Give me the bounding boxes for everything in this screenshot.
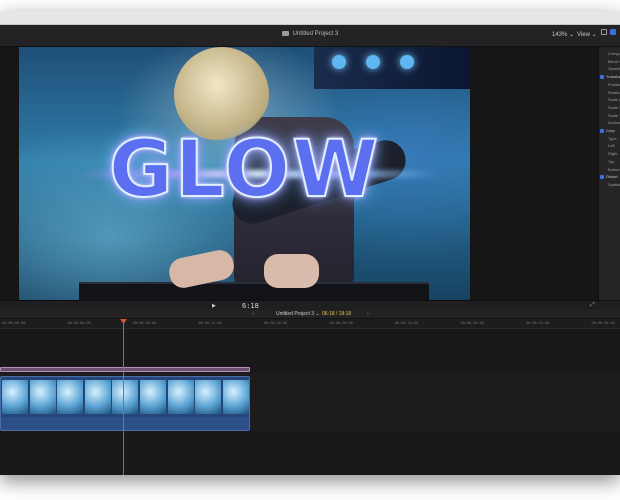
view-menu[interactable]: View ⌄ bbox=[577, 31, 597, 38]
video-frame[interactable]: GLOW bbox=[19, 47, 470, 300]
inspector-section-header[interactable]: Distort bbox=[606, 174, 618, 179]
inspector-row-label: Spatial bbox=[608, 181, 620, 187]
timeline-header: ‹ Untitled Project 3 ⌄ 06:18 / 18:18 › bbox=[0, 310, 620, 319]
ruler-tick-label: 00:00:36:00 bbox=[591, 321, 615, 325]
ruler-tick-label: 00:00:00:00 bbox=[2, 321, 26, 325]
dj-mixer bbox=[79, 282, 429, 300]
project-title-text: Untitled Project 3 bbox=[292, 31, 339, 38]
inspector-row-label: Position bbox=[608, 81, 620, 87]
timeline-project-name[interactable]: Untitled Project 3 ⌄ bbox=[276, 311, 320, 317]
clip-thumbnail bbox=[84, 380, 111, 414]
chevron-down-icon: ⌄ bbox=[315, 311, 320, 317]
film-icon bbox=[281, 31, 289, 36]
clip-thumbnail bbox=[29, 380, 56, 414]
clip-thumbnail bbox=[57, 380, 84, 414]
inspector-row-label: Type bbox=[608, 135, 617, 141]
clip-thumbnail bbox=[2, 380, 28, 414]
viewer: GLOW bbox=[0, 47, 598, 300]
enable-checkbox[interactable] bbox=[600, 74, 604, 79]
enable-checkbox[interactable] bbox=[600, 174, 604, 179]
stage-light bbox=[400, 55, 414, 69]
dj-hand bbox=[264, 254, 319, 288]
inspector-section-header[interactable]: Crop bbox=[606, 128, 615, 133]
project-title: Untitled Project 3 bbox=[0, 31, 620, 37]
timeline-tracks[interactable] bbox=[0, 329, 620, 475]
clip-thumbnail bbox=[222, 380, 249, 414]
timecode-display: 6:18 bbox=[242, 302, 259, 310]
ruler-tick-label: 00:00:08:00 bbox=[133, 321, 157, 325]
playhead[interactable] bbox=[123, 319, 124, 475]
glow-title-text[interactable]: GLOW bbox=[19, 124, 470, 216]
video-clip[interactable] bbox=[0, 376, 250, 431]
inspector-row-label: Opacity bbox=[608, 66, 620, 72]
inspector-panel: Compositing Blend Mode Opacity Transform Pos… bbox=[598, 47, 620, 300]
ruler-tick-label: 00:00:28:00 bbox=[460, 321, 484, 325]
timeline-duration: 06:18 / 18:18 bbox=[322, 311, 352, 317]
clip-audio-strip bbox=[1, 417, 249, 430]
enable-checkbox[interactable] bbox=[600, 128, 604, 133]
inspector-row-label: Right bbox=[608, 151, 618, 157]
fullscreen-icon[interactable]: ⤢ bbox=[590, 302, 595, 309]
inspector-row-label: Anchor bbox=[608, 120, 620, 126]
inspector-row-label: Bottom bbox=[608, 166, 620, 172]
forward-arrow-icon[interactable]: › bbox=[367, 311, 369, 317]
stage-light bbox=[366, 55, 380, 69]
play-icon[interactable]: ▶ bbox=[212, 303, 216, 309]
ruler-tick-label: 00:00:04:00 bbox=[67, 321, 91, 325]
zoom-level: 143% bbox=[552, 32, 568, 38]
inspector-row-label: Scale (All) bbox=[608, 97, 620, 103]
playback-bar: ▶ 6:18 ⤢ bbox=[0, 300, 620, 310]
timeline-ruler[interactable]: 00:00:00:00 00:00:04:00 00:00:08:00 00:00:1… bbox=[0, 319, 620, 329]
inspector-row-label: Scale X bbox=[608, 104, 620, 110]
title-clip[interactable] bbox=[0, 367, 250, 372]
timeline-project-name-text: Untitled Project 3 bbox=[276, 311, 315, 317]
ruler-tick-label: 00:00:24:00 bbox=[395, 321, 419, 325]
inspector-section-header[interactable]: Transform bbox=[606, 74, 620, 79]
app-window: Untitled Project 3 143% ⌄ View ⌄ GLOW Co… bbox=[0, 11, 620, 475]
ruler-tick-label: 00:00:12:00 bbox=[198, 321, 222, 325]
view-label: View bbox=[577, 32, 590, 38]
info-inspector-tab-icon[interactable] bbox=[601, 29, 607, 35]
clip-thumbnail bbox=[140, 380, 166, 414]
chevron-down-icon: ⌄ bbox=[569, 32, 575, 38]
stage-light bbox=[332, 55, 346, 69]
title-bar: Untitled Project 3 143% ⌄ View ⌄ bbox=[0, 25, 620, 47]
menu-strip bbox=[0, 11, 620, 25]
clip-thumbnail bbox=[195, 380, 222, 414]
zoom-menu[interactable]: 143% ⌄ bbox=[552, 31, 574, 38]
inspector-row-label: Top bbox=[608, 158, 615, 164]
clip-thumbnail bbox=[167, 380, 194, 414]
stage-lights bbox=[314, 47, 470, 89]
inspector-row-label: Left bbox=[608, 143, 615, 149]
video-inspector-tab-icon[interactable] bbox=[610, 29, 616, 35]
ruler-tick-label: 00:00:16:00 bbox=[264, 321, 288, 325]
inspector-row-label: Compositing bbox=[608, 51, 620, 56]
inspector-row-label: Scale Y bbox=[608, 112, 620, 118]
inspector-row-label: Blend Mode bbox=[608, 58, 620, 64]
back-arrow-icon[interactable]: ‹ bbox=[252, 311, 254, 317]
inspector-row-label: Rotation bbox=[608, 89, 620, 95]
ruler-tick-label: 00:00:32:00 bbox=[526, 321, 550, 325]
clip-thumbnail bbox=[112, 380, 139, 414]
ruler-tick-label: 00:00:20:00 bbox=[329, 321, 353, 325]
chevron-down-icon: ⌄ bbox=[591, 32, 597, 38]
